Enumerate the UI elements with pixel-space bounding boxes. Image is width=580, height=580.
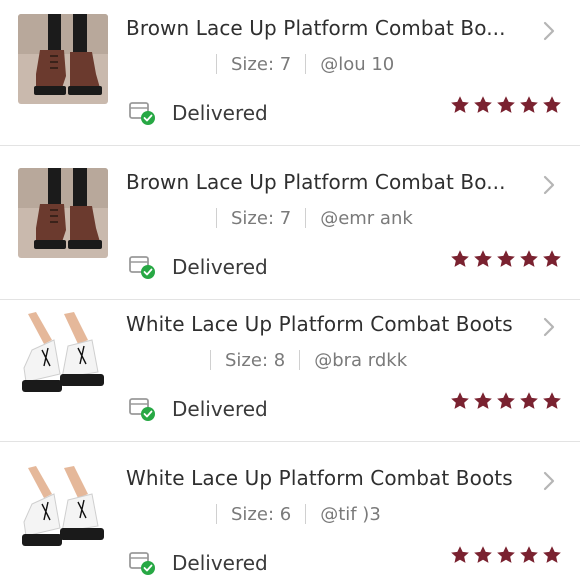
white-boots-icon (18, 310, 108, 400)
delivered-box-icon (129, 552, 155, 575)
chevron-right-icon[interactable] (540, 174, 558, 196)
divider-bar (210, 350, 211, 370)
product-title[interactable]: White Lace Up Platform Combat Boots (126, 312, 513, 336)
product-thumbnail (18, 310, 108, 400)
row-divider (0, 145, 580, 146)
delivery-status: Delivered (128, 254, 268, 280)
delivered-box-icon (129, 102, 155, 125)
size-label: Size: 6 (231, 503, 292, 525)
star-rating (450, 249, 562, 269)
star-icon (520, 546, 538, 563)
star-icon (497, 250, 515, 267)
star-icon (451, 250, 469, 267)
status-label: Delivered (172, 255, 268, 279)
star-icon (451, 392, 469, 409)
star-icon (497, 546, 515, 563)
divider-bar (305, 54, 307, 74)
product-thumbnail (18, 14, 108, 104)
star-icon (451, 546, 469, 563)
star-icon (543, 250, 561, 267)
star-icon (543, 96, 561, 113)
brown-boots-icon (18, 14, 108, 104)
divider-bar (216, 504, 217, 524)
star-icon (520, 392, 538, 409)
star-icon (543, 392, 561, 409)
buyer-username[interactable]: @emr ank (320, 208, 413, 229)
brown-boots-icon (18, 168, 108, 258)
star-icon (520, 96, 538, 113)
product-thumbnail (18, 168, 108, 258)
divider-bar (216, 208, 217, 228)
status-label: Delivered (172, 101, 268, 125)
order-meta: Size: 7 @emr ank (202, 206, 413, 230)
star-rating (450, 391, 562, 411)
product-thumbnail (18, 464, 108, 554)
delivery-status: Delivered (128, 550, 268, 576)
star-rating (450, 545, 562, 565)
order-meta: Size: 6 @tif )3 (202, 502, 381, 526)
product-title[interactable]: Brown Lace Up Platform Combat Bo... (126, 16, 506, 40)
order-list: Brown Lace Up Platform Combat Bo... Size… (0, 0, 580, 580)
row-divider (0, 441, 580, 442)
divider-bar (299, 350, 301, 370)
buyer-username[interactable]: @tif )3 (320, 504, 381, 525)
star-icon (497, 96, 515, 113)
size-label: Size: 7 (231, 53, 292, 75)
delivery-status: Delivered (128, 396, 268, 422)
product-title[interactable]: Brown Lace Up Platform Combat Bo... (126, 170, 506, 194)
divider-bar (216, 54, 217, 74)
star-icon (451, 96, 469, 113)
size-label: Size: 8 (225, 349, 286, 371)
order-meta: Size: 7 @lou 10 (202, 52, 394, 76)
buyer-username[interactable]: @lou 10 (320, 54, 394, 75)
product-title[interactable]: White Lace Up Platform Combat Boots (126, 466, 513, 490)
white-boots-icon (18, 464, 108, 554)
status-label: Delivered (172, 397, 268, 421)
order-row[interactable]: Brown Lace Up Platform Combat Bo... Size… (0, 154, 580, 300)
star-icon (474, 250, 492, 267)
divider-bar (305, 504, 307, 524)
buyer-username[interactable]: @bra rdkk (314, 350, 407, 371)
star-rating (450, 95, 562, 115)
order-row[interactable]: Brown Lace Up Platform Combat Bo... Size… (0, 0, 580, 146)
star-icon (474, 392, 492, 409)
size-label: Size: 7 (231, 207, 292, 229)
chevron-right-icon[interactable] (540, 470, 558, 492)
star-icon (497, 392, 515, 409)
star-icon (543, 546, 561, 563)
delivered-box-icon (129, 398, 155, 421)
star-icon (520, 250, 538, 267)
order-meta: Size: 8 @bra rdkk (196, 348, 407, 372)
order-row[interactable]: White Lace Up Platform Combat Boots Size… (0, 296, 580, 442)
delivery-status: Delivered (128, 100, 268, 126)
star-icon (474, 96, 492, 113)
chevron-right-icon[interactable] (540, 20, 558, 42)
delivered-box-icon (129, 256, 155, 279)
star-icon (474, 546, 492, 563)
chevron-right-icon[interactable] (540, 316, 558, 338)
status-label: Delivered (172, 551, 268, 575)
order-row[interactable]: White Lace Up Platform Combat Boots Size… (0, 450, 580, 580)
divider-bar (305, 208, 307, 228)
